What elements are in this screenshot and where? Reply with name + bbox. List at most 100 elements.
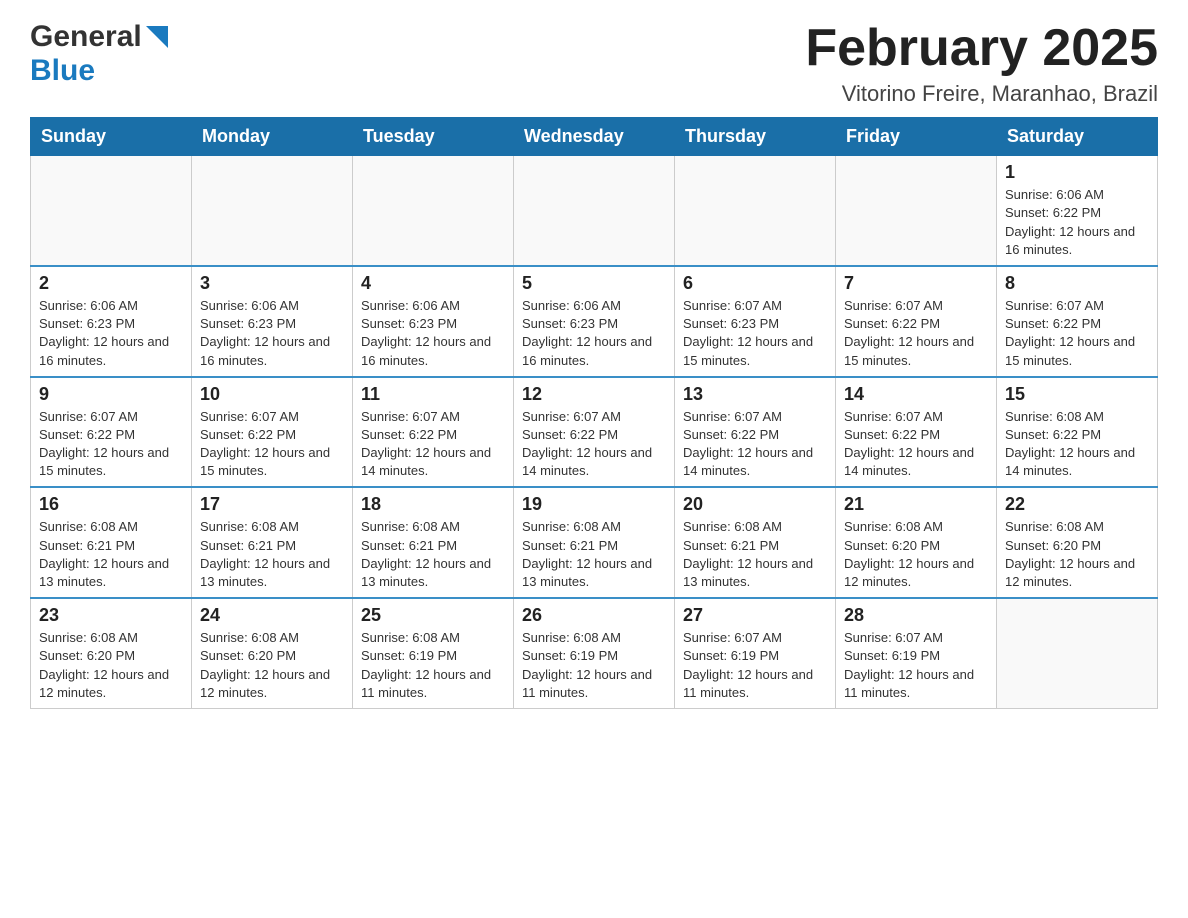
calendar-cell: 15 Sunrise: 6:08 AM Sunset: 6:22 PM Dayli… [997,377,1158,488]
title-area: February 2025 Vitorino Freire, Maranhao,… [805,20,1158,107]
day-number: 20 [683,494,827,515]
calendar-week-4: 16 Sunrise: 6:08 AM Sunset: 6:21 PM Dayli… [31,487,1158,598]
day-info: Sunrise: 6:08 AM Sunset: 6:20 PM Dayligh… [39,629,183,702]
day-info: Sunrise: 6:08 AM Sunset: 6:20 PM Dayligh… [1005,518,1149,591]
calendar-cell: 10Sunrise: 6:07 AM Sunset: 6:22 PM Dayli… [192,377,353,488]
calendar-body: 1Sunrise: 6:06 AM Sunset: 6:22 PM Daylig… [31,156,1158,709]
header-monday: Monday [192,118,353,156]
day-info: Sunrise: 6:08 AM Sunset: 6:21 PM Dayligh… [39,518,183,591]
day-number: 12 [522,384,666,405]
calendar-cell: 12 Sunrise: 6:07 AM Sunset: 6:22 PM Dayli… [514,377,675,488]
calendar-cell: 23 Sunrise: 6:08 AM Sunset: 6:20 PM Dayli… [31,598,192,708]
calendar-cell: 5 Sunrise: 6:06 AM Sunset: 6:23 PM Daylig… [514,266,675,377]
day-info: Sunrise: 6:06 AM Sunset: 6:23 PM Dayligh… [39,297,183,370]
day-number: 28 [844,605,988,626]
calendar-week-5: 23 Sunrise: 6:08 AM Sunset: 6:20 PM Dayli… [31,598,1158,708]
calendar-cell: 7 Sunrise: 6:07 AM Sunset: 6:22 PM Daylig… [836,266,997,377]
day-number: 26 [522,605,666,626]
day-number: 22 [1005,494,1149,515]
day-info: Sunrise: 6:08 AM Sunset: 6:21 PM Dayligh… [361,518,505,591]
calendar-cell [31,156,192,266]
day-info: Sunrise: 6:08 AM Sunset: 6:21 PM Dayligh… [522,518,666,591]
calendar-cell: 19 Sunrise: 6:08 AM Sunset: 6:21 PM Dayli… [514,487,675,598]
header-wednesday: Wednesday [514,118,675,156]
calendar-cell: 11Sunrise: 6:07 AM Sunset: 6:22 PM Dayli… [353,377,514,488]
calendar-cell: 25 Sunrise: 6:08 AM Sunset: 6:19 PM Dayli… [353,598,514,708]
calendar-header: Sunday Monday Tuesday Wednesday Thursday… [31,118,1158,156]
calendar-table: Sunday Monday Tuesday Wednesday Thursday… [30,117,1158,709]
day-info: Sunrise: 6:07 AM Sunset: 6:22 PM Dayligh… [1005,297,1149,370]
day-info: Sunrise: 6:07 AM Sunset: 6:22 PM Dayligh… [844,297,988,370]
day-number: 23 [39,605,183,626]
day-number: 24 [200,605,344,626]
header-tuesday: Tuesday [353,118,514,156]
calendar-cell [675,156,836,266]
day-info: Sunrise: 6:06 AM Sunset: 6:23 PM Dayligh… [200,297,344,370]
day-header-row: Sunday Monday Tuesday Wednesday Thursday… [31,118,1158,156]
day-info: Sunrise: 6:08 AM Sunset: 6:19 PM Dayligh… [361,629,505,702]
calendar-cell [997,598,1158,708]
header-friday: Friday [836,118,997,156]
day-number: 11 [361,384,505,405]
calendar-cell [514,156,675,266]
day-number: 7 [844,273,988,294]
day-number: 16 [39,494,183,515]
calendar-cell: 14Sunrise: 6:07 AM Sunset: 6:22 PM Dayli… [836,377,997,488]
day-info: Sunrise: 6:08 AM Sunset: 6:19 PM Dayligh… [522,629,666,702]
day-number: 5 [522,273,666,294]
day-info: Sunrise: 6:08 AM Sunset: 6:21 PM Dayligh… [683,518,827,591]
calendar-cell: 22 Sunrise: 6:08 AM Sunset: 6:20 PM Dayli… [997,487,1158,598]
header-sunday: Sunday [31,118,192,156]
day-number: 19 [522,494,666,515]
day-info: Sunrise: 6:07 AM Sunset: 6:22 PM Dayligh… [522,408,666,481]
day-info: Sunrise: 6:07 AM Sunset: 6:23 PM Dayligh… [683,297,827,370]
logo-general-text: General [30,20,142,54]
calendar-week-2: 2 Sunrise: 6:06 AM Sunset: 6:23 PM Daylig… [31,266,1158,377]
day-info: Sunrise: 6:07 AM Sunset: 6:19 PM Dayligh… [844,629,988,702]
month-title: February 2025 [805,20,1158,77]
day-info: Sunrise: 6:08 AM Sunset: 6:22 PM Dayligh… [1005,408,1149,481]
day-number: 2 [39,273,183,294]
day-number: 1 [1005,162,1149,183]
calendar-cell [836,156,997,266]
day-number: 8 [1005,273,1149,294]
calendar-cell: 28 Sunrise: 6:07 AM Sunset: 6:19 PM Dayli… [836,598,997,708]
day-number: 15 [1005,384,1149,405]
location-subtitle: Vitorino Freire, Maranhao, Brazil [805,81,1158,107]
day-number: 27 [683,605,827,626]
calendar-cell: 21Sunrise: 6:08 AM Sunset: 6:20 PM Dayli… [836,487,997,598]
calendar-cell: 6 Sunrise: 6:07 AM Sunset: 6:23 PM Daylig… [675,266,836,377]
header-saturday: Saturday [997,118,1158,156]
page-header: General Blue February 2025 Vitorino Frei… [30,20,1158,107]
calendar-cell: 2 Sunrise: 6:06 AM Sunset: 6:23 PM Daylig… [31,266,192,377]
day-info: Sunrise: 6:07 AM Sunset: 6:22 PM Dayligh… [683,408,827,481]
day-info: Sunrise: 6:08 AM Sunset: 6:20 PM Dayligh… [200,629,344,702]
calendar-week-1: 1Sunrise: 6:06 AM Sunset: 6:22 PM Daylig… [31,156,1158,266]
day-info: Sunrise: 6:08 AM Sunset: 6:20 PM Dayligh… [844,518,988,591]
day-number: 9 [39,384,183,405]
calendar-cell: 27Sunrise: 6:07 AM Sunset: 6:19 PM Dayli… [675,598,836,708]
calendar-cell: 1Sunrise: 6:06 AM Sunset: 6:22 PM Daylig… [997,156,1158,266]
calendar-cell: 4Sunrise: 6:06 AM Sunset: 6:23 PM Daylig… [353,266,514,377]
calendar-cell: 8 Sunrise: 6:07 AM Sunset: 6:22 PM Daylig… [997,266,1158,377]
calendar-cell [192,156,353,266]
day-info: Sunrise: 6:06 AM Sunset: 6:23 PM Dayligh… [361,297,505,370]
logo: General Blue [30,20,168,88]
day-number: 17 [200,494,344,515]
day-info: Sunrise: 6:07 AM Sunset: 6:22 PM Dayligh… [200,408,344,481]
day-info: Sunrise: 6:06 AM Sunset: 6:23 PM Dayligh… [522,297,666,370]
calendar-cell: 18Sunrise: 6:08 AM Sunset: 6:21 PM Dayli… [353,487,514,598]
calendar-cell: 24 Sunrise: 6:08 AM Sunset: 6:20 PM Dayli… [192,598,353,708]
logo-arrow-icon [146,26,168,48]
calendar-cell: 17 Sunrise: 6:08 AM Sunset: 6:21 PM Dayli… [192,487,353,598]
day-number: 3 [200,273,344,294]
day-number: 25 [361,605,505,626]
calendar-week-3: 9 Sunrise: 6:07 AM Sunset: 6:22 PM Daylig… [31,377,1158,488]
calendar-cell: 9 Sunrise: 6:07 AM Sunset: 6:22 PM Daylig… [31,377,192,488]
calendar-cell: 3 Sunrise: 6:06 AM Sunset: 6:23 PM Daylig… [192,266,353,377]
day-info: Sunrise: 6:07 AM Sunset: 6:22 PM Dayligh… [39,408,183,481]
day-number: 6 [683,273,827,294]
header-thursday: Thursday [675,118,836,156]
day-number: 14 [844,384,988,405]
day-info: Sunrise: 6:08 AM Sunset: 6:21 PM Dayligh… [200,518,344,591]
